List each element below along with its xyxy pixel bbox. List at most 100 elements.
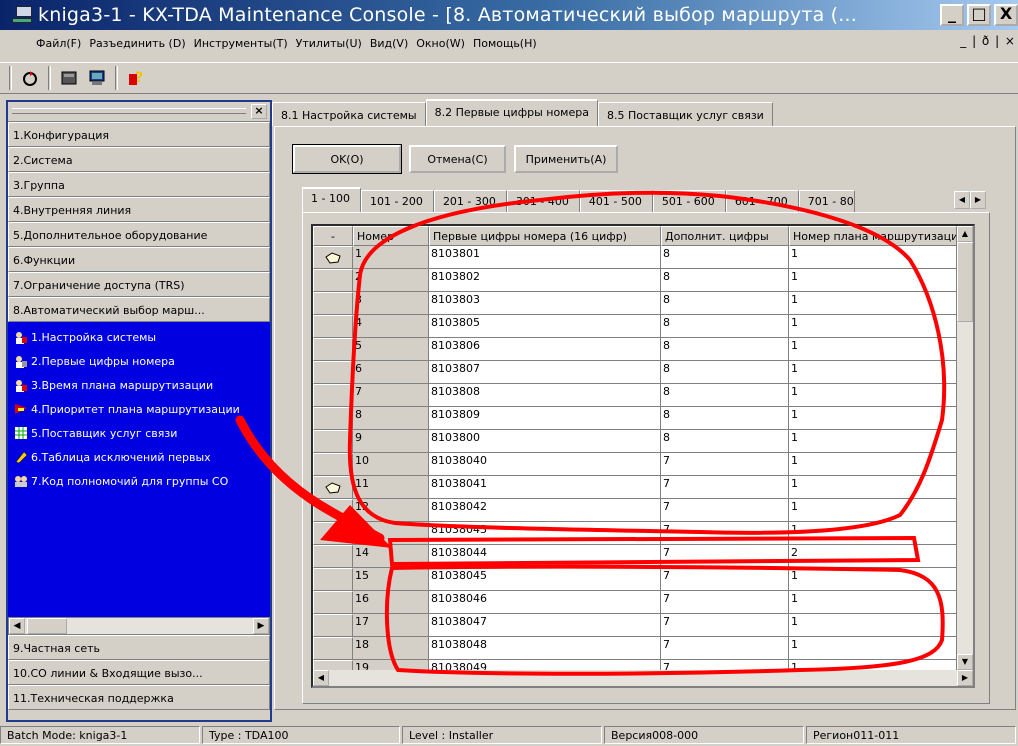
scroll-thumb[interactable] bbox=[27, 618, 67, 634]
cell-number[interactable]: 6 bbox=[353, 361, 429, 384]
row-pointer-icon[interactable] bbox=[313, 476, 353, 499]
cell-removed-digits[interactable]: 7 bbox=[661, 614, 789, 637]
row-selector[interactable] bbox=[313, 568, 353, 591]
cell-removed-digits[interactable]: 8 bbox=[661, 384, 789, 407]
cell-removed-digits[interactable]: 8 bbox=[661, 269, 789, 292]
menu-disconnect[interactable]: Разъединить (D) bbox=[89, 37, 185, 50]
close-button[interactable]: X bbox=[994, 4, 1018, 26]
cell-leading-digits[interactable]: 81038043 bbox=[429, 522, 661, 545]
cell-routing-plan[interactable]: 1 bbox=[789, 637, 957, 660]
cell-routing-plan[interactable]: 1 bbox=[789, 568, 957, 591]
scroll-left-button[interactable]: ◀ bbox=[313, 670, 329, 686]
tab-scroll-right-button[interactable]: ▶ bbox=[970, 191, 986, 209]
cell-leading-digits[interactable]: 8103807 bbox=[429, 361, 661, 384]
cell-routing-plan[interactable]: 1 bbox=[789, 407, 957, 430]
row-selector[interactable] bbox=[313, 614, 353, 637]
scroll-up-button[interactable]: ▲ bbox=[957, 226, 973, 242]
cell-number[interactable]: 3 bbox=[353, 292, 429, 315]
ok-button[interactable]: OK(O) bbox=[292, 144, 402, 174]
cell-routing-plan[interactable]: 1 bbox=[789, 292, 957, 315]
cell-number[interactable]: 2 bbox=[353, 269, 429, 292]
subitem-authorization-code[interactable]: 7.Код полномочий для группы CO bbox=[8, 469, 270, 493]
subitem-routing-priority[interactable]: 4.Приоритет плана маршрутизации bbox=[8, 397, 270, 421]
cell-routing-plan[interactable]: 1 bbox=[789, 499, 957, 522]
maximize-button[interactable]: □ bbox=[967, 4, 991, 26]
cell-routing-plan[interactable]: 1 bbox=[789, 430, 957, 453]
cell-number[interactable]: 13 bbox=[353, 522, 429, 545]
mdi-controls[interactable]: _ | ð | × bbox=[960, 34, 1016, 48]
table-row[interactable]: 10 81038040 7 1 bbox=[313, 453, 957, 476]
row-selector[interactable] bbox=[313, 269, 353, 292]
cancel-button[interactable]: Отмена(C) bbox=[409, 145, 506, 173]
minimize-button[interactable]: _ bbox=[940, 4, 964, 26]
cell-routing-plan[interactable]: 1 bbox=[789, 591, 957, 614]
menu-view[interactable]: Вид(V) bbox=[370, 37, 408, 50]
subitem-routing-time[interactable]: 3.Время плана маршрутизации bbox=[8, 373, 270, 397]
cell-number[interactable]: 10 bbox=[353, 453, 429, 476]
cell-routing-plan[interactable]: 1 bbox=[789, 338, 957, 361]
tab-range-1-100[interactable]: 1 - 100 bbox=[302, 187, 361, 212]
table-row[interactable]: 13 81038043 7 1 bbox=[313, 522, 957, 545]
cell-leading-digits[interactable]: 8103805 bbox=[429, 315, 661, 338]
row-selector[interactable] bbox=[313, 522, 353, 545]
row-pointer-icon[interactable] bbox=[313, 246, 353, 269]
cell-number[interactable]: 9 bbox=[353, 430, 429, 453]
cell-number[interactable]: 12 bbox=[353, 499, 429, 522]
table-vertical-scrollbar[interactable]: ▲ ▼ bbox=[957, 226, 973, 670]
cell-removed-digits[interactable]: 7 bbox=[661, 453, 789, 476]
category-co-lines[interactable]: 10.CO линии & Входящие вызо... bbox=[8, 660, 270, 685]
cell-number[interactable]: 15 bbox=[353, 568, 429, 591]
cell-leading-digits[interactable]: 8103800 bbox=[429, 430, 661, 453]
table-row[interactable]: 6 8103807 8 1 bbox=[313, 361, 957, 384]
cell-removed-digits[interactable]: 7 bbox=[661, 591, 789, 614]
table-row[interactable]: 7 8103808 8 1 bbox=[313, 384, 957, 407]
row-selector[interactable] bbox=[313, 637, 353, 660]
menu-window[interactable]: Окно(W) bbox=[416, 37, 465, 50]
row-selector[interactable] bbox=[313, 499, 353, 522]
scroll-right-button[interactable]: ▶ bbox=[957, 670, 973, 686]
table-row[interactable]: 16 81038046 7 1 bbox=[313, 591, 957, 614]
cell-number[interactable]: 1 bbox=[353, 246, 429, 269]
cell-removed-digits[interactable]: 8 bbox=[661, 430, 789, 453]
cell-number[interactable]: 14 bbox=[353, 545, 429, 568]
subitem-carrier[interactable]: 5.Поставщик услуг связи bbox=[8, 421, 270, 445]
table-row[interactable]: 1 8103801 8 1 bbox=[313, 246, 957, 269]
cell-number[interactable]: 11 bbox=[353, 476, 429, 499]
cell-number[interactable]: 7 bbox=[353, 384, 429, 407]
table-row[interactable]: 3 8103803 8 1 bbox=[313, 292, 957, 315]
subitem-leading-digits[interactable]: 2.Первые цифры номера bbox=[8, 349, 270, 373]
cell-removed-digits[interactable]: 8 bbox=[661, 361, 789, 384]
cell-number[interactable]: 16 bbox=[353, 591, 429, 614]
cell-number[interactable]: 5 bbox=[353, 338, 429, 361]
table-row[interactable]: 5 8103806 8 1 bbox=[313, 338, 957, 361]
category-group[interactable]: 3.Группа bbox=[8, 172, 270, 197]
tab-range-201-300[interactable]: 201 - 300 bbox=[433, 190, 507, 212]
cell-leading-digits[interactable]: 8103808 bbox=[429, 384, 661, 407]
tab-range-101-200[interactable]: 101 - 200 bbox=[360, 190, 434, 212]
menu-file[interactable]: Файл(F) bbox=[36, 37, 81, 50]
scroll-right-button[interactable]: ▶ bbox=[253, 618, 269, 634]
column-header-removed-digits[interactable]: Дополнит. цифры bbox=[661, 226, 789, 246]
table-row[interactable]: 11 81038041 7 1 bbox=[313, 476, 957, 499]
category-configuration[interactable]: 1.Конфигурация bbox=[8, 122, 270, 147]
row-selector[interactable] bbox=[313, 453, 353, 476]
cell-leading-digits[interactable]: 81038047 bbox=[429, 614, 661, 637]
cell-removed-digits[interactable]: 8 bbox=[661, 338, 789, 361]
table-horizontal-scrollbar[interactable]: ◀ ▶ bbox=[313, 670, 973, 686]
menu-help[interactable]: Помощь(H) bbox=[473, 37, 537, 50]
scroll-down-button[interactable]: ▼ bbox=[957, 654, 973, 670]
table-row[interactable]: 15 81038045 7 1 bbox=[313, 568, 957, 591]
table-row[interactable]: 2 8103802 8 1 bbox=[313, 269, 957, 292]
category-features[interactable]: 6.Функции bbox=[8, 247, 270, 272]
menu-utilities[interactable]: Утилиты(U) bbox=[296, 37, 362, 50]
cell-leading-digits[interactable]: 8103803 bbox=[429, 292, 661, 315]
cell-routing-plan[interactable]: 1 bbox=[789, 361, 957, 384]
cell-routing-plan[interactable]: 1 bbox=[789, 384, 957, 407]
tab-system-setting[interactable]: 8.1 Настройка системы bbox=[272, 102, 426, 126]
row-selector[interactable] bbox=[313, 384, 353, 407]
cell-number[interactable]: 18 bbox=[353, 637, 429, 660]
computer-icon[interactable] bbox=[84, 65, 110, 91]
row-selector[interactable] bbox=[313, 361, 353, 384]
cell-removed-digits[interactable]: 7 bbox=[661, 545, 789, 568]
subitem-exception-table[interactable]: 6.Таблица исключений первых bbox=[8, 445, 270, 469]
